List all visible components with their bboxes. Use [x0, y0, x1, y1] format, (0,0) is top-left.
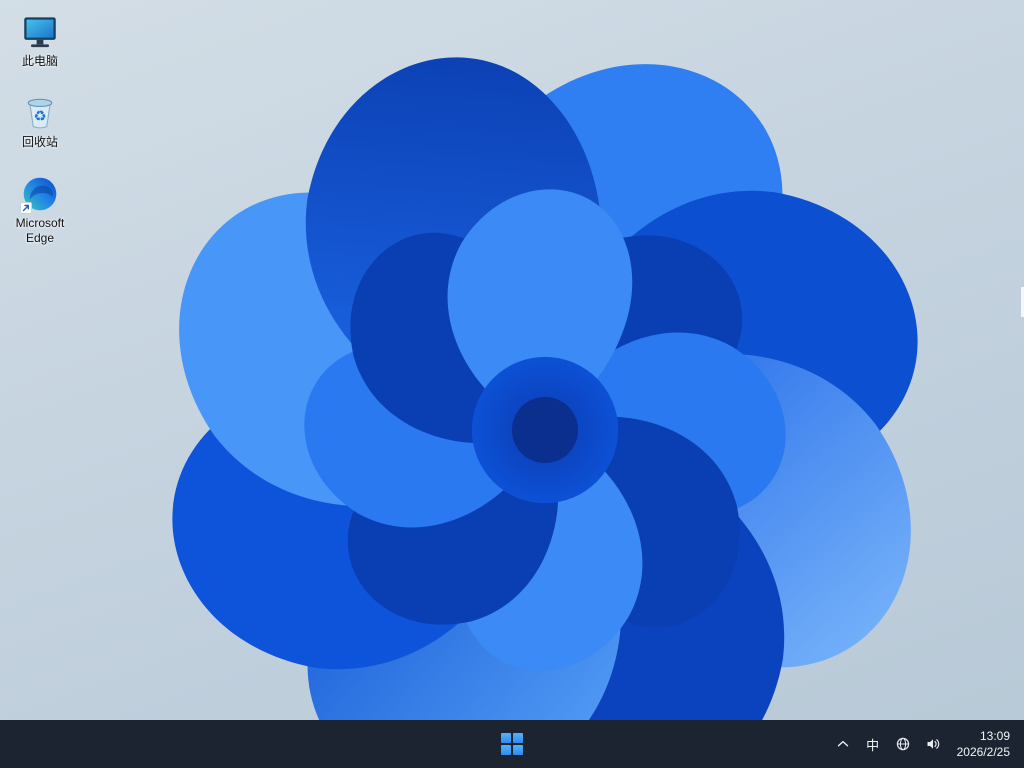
ime-indicator[interactable]: 中 — [859, 727, 887, 761]
bloom-artwork — [172, 57, 918, 768]
desktop-icon-label: 回收站 — [21, 135, 58, 149]
desktop-icon-column: 此电脑 ♻ 回收站 Microsoft Edge — [2, 8, 78, 266]
recycle-bin-icon: ♻ — [22, 95, 58, 131]
chevron-up-icon — [837, 740, 848, 747]
taskbar: 中 13:09 2026/2/25 — [0, 720, 1024, 768]
clock-time: 13:09 — [979, 728, 1010, 743]
desktop-wallpaper — [0, 0, 1024, 768]
clock[interactable]: 13:09 2026/2/25 — [949, 724, 1018, 764]
edge-swirl-icon — [20, 176, 58, 214]
clock-date: 2026/2/25 — [956, 745, 1010, 759]
desktop-icon-label: 此电脑 — [21, 54, 58, 68]
globe-icon — [896, 737, 909, 751]
speaker-icon — [927, 739, 939, 749]
desktop-icon-recycle-bin[interactable]: ♻ 回收站 — [2, 89, 78, 154]
system-tray: 中 13:09 2026/2/25 — [829, 720, 1018, 768]
start-button[interactable] — [492, 724, 532, 764]
svg-text:♻: ♻ — [33, 108, 46, 125]
desktop-icon-label: Microsoft Edge — [15, 216, 65, 245]
tray-overflow-button[interactable] — [829, 727, 857, 761]
ime-mode-label: 中 — [866, 737, 880, 753]
volume-button[interactable] — [919, 727, 947, 761]
monitor-icon — [22, 14, 58, 50]
network-button[interactable] — [889, 727, 917, 761]
shortcut-arrow-icon — [20, 202, 32, 214]
windows-logo-icon — [501, 733, 523, 755]
desktop-icon-edge[interactable]: Microsoft Edge — [2, 170, 78, 250]
desktop-icon-this-pc[interactable]: 此电脑 — [2, 8, 78, 73]
